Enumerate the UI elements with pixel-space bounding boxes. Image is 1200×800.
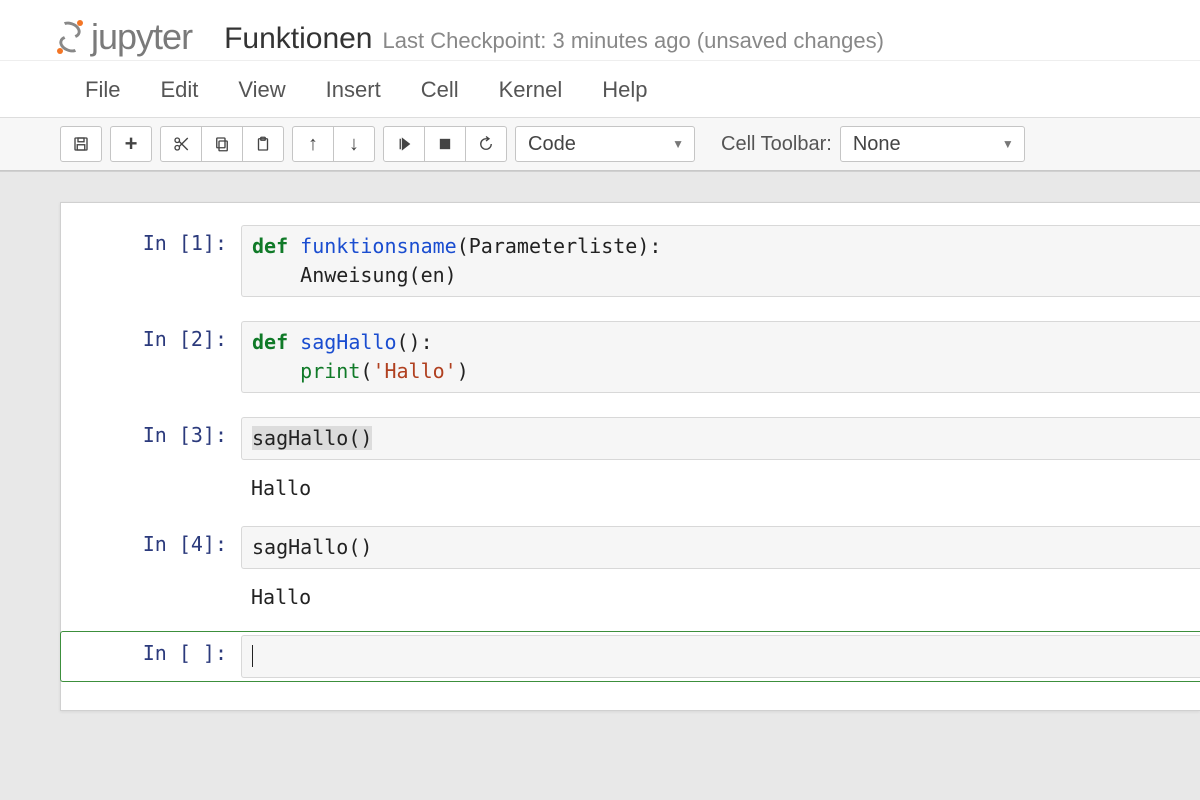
notebook: In [1]:def funktionsname(Parameterliste)… <box>60 202 1200 711</box>
menu-file[interactable]: File <box>85 77 120 103</box>
notebook-container: In [1]:def funktionsname(Parameterliste)… <box>0 172 1200 711</box>
code-cell[interactable]: In [4]:sagHallo() <box>61 522 1200 573</box>
plus-icon: + <box>125 131 138 157</box>
code-cell[interactable]: In [1]:def funktionsname(Parameterliste)… <box>61 221 1200 301</box>
save-button[interactable] <box>60 126 102 162</box>
code-input[interactable]: def sagHallo(): print('Hallo') <box>241 321 1200 393</box>
code-input[interactable]: sagHallo() <box>241 526 1200 569</box>
copy-icon <box>213 135 231 153</box>
restart-icon <box>477 135 495 153</box>
jupyter-logo-icon <box>55 22 85 52</box>
paste-icon <box>254 135 272 153</box>
output-row: Hallo <box>61 573 1200 615</box>
restart-button[interactable] <box>465 126 507 162</box>
notebook-name[interactable]: Funktionen <box>224 22 372 56</box>
run-step-icon <box>395 135 413 153</box>
move-group: ↑ ↓ <box>292 126 375 162</box>
cell-type-value: Code <box>528 133 576 156</box>
code-input[interactable]: def funktionsname(Parameterliste): Anwei… <box>241 225 1200 297</box>
paste-button[interactable] <box>242 126 284 162</box>
menu-kernel[interactable]: Kernel <box>499 77 563 103</box>
cell-toolbar-select[interactable]: None <box>840 126 1025 162</box>
cell-output: Hallo <box>241 577 1200 611</box>
output-prompt <box>61 577 241 611</box>
toolbar: + ↑ ↓ <box>0 117 1200 171</box>
menu-edit[interactable]: Edit <box>160 77 198 103</box>
arrow-down-icon: ↓ <box>349 133 359 156</box>
arrow-up-icon: ↑ <box>308 133 318 156</box>
code-cell[interactable]: In [ ]: <box>60 631 1200 682</box>
input-prompt: In [2]: <box>61 321 241 393</box>
input-prompt: In [1]: <box>61 225 241 297</box>
input-prompt: In [3]: <box>61 417 241 460</box>
move-up-button[interactable]: ↑ <box>292 126 334 162</box>
stop-icon <box>436 135 454 153</box>
run-button[interactable] <box>383 126 425 162</box>
cell-toolbar-value: None <box>853 133 901 156</box>
input-prompt: In [4]: <box>61 526 241 569</box>
jupyter-logo-text: jupyter <box>91 16 192 58</box>
code-cell[interactable]: In [2]:def sagHallo(): print('Hallo') <box>61 317 1200 397</box>
input-prompt: In [ ]: <box>61 635 241 678</box>
cut-button[interactable] <box>160 126 202 162</box>
menu-cell[interactable]: Cell <box>421 77 459 103</box>
code-input[interactable]: sagHallo() <box>241 417 1200 460</box>
header: jupyter Funktionen Last Checkpoint: 3 mi… <box>0 0 1200 172</box>
menu-view[interactable]: View <box>238 77 285 103</box>
insert-cell-below-button[interactable]: + <box>110 126 152 162</box>
code-input[interactable] <box>241 635 1200 678</box>
text-cursor <box>252 645 253 667</box>
cell-type-select[interactable]: Code <box>515 126 695 162</box>
edit-group <box>160 126 284 162</box>
cell-toolbar-label: Cell Toolbar: <box>721 133 832 156</box>
scissors-icon <box>172 135 190 153</box>
move-down-button[interactable]: ↓ <box>333 126 375 162</box>
jupyter-logo[interactable]: jupyter <box>55 16 192 58</box>
menu-bar: File Edit View Insert Cell Kernel Help <box>0 60 1200 117</box>
title-row: jupyter Funktionen Last Checkpoint: 3 mi… <box>0 0 1200 60</box>
output-prompt <box>61 468 241 502</box>
code-cell[interactable]: In [3]:sagHallo() <box>61 413 1200 464</box>
interrupt-button[interactable] <box>424 126 466 162</box>
output-row: Hallo <box>61 464 1200 506</box>
run-group <box>383 126 507 162</box>
checkpoint-status: Last Checkpoint: 3 minutes ago (unsaved … <box>383 28 884 54</box>
save-icon <box>72 135 90 153</box>
menu-insert[interactable]: Insert <box>326 77 381 103</box>
menu-help[interactable]: Help <box>602 77 647 103</box>
cell-output: Hallo <box>241 468 1200 502</box>
copy-button[interactable] <box>201 126 243 162</box>
